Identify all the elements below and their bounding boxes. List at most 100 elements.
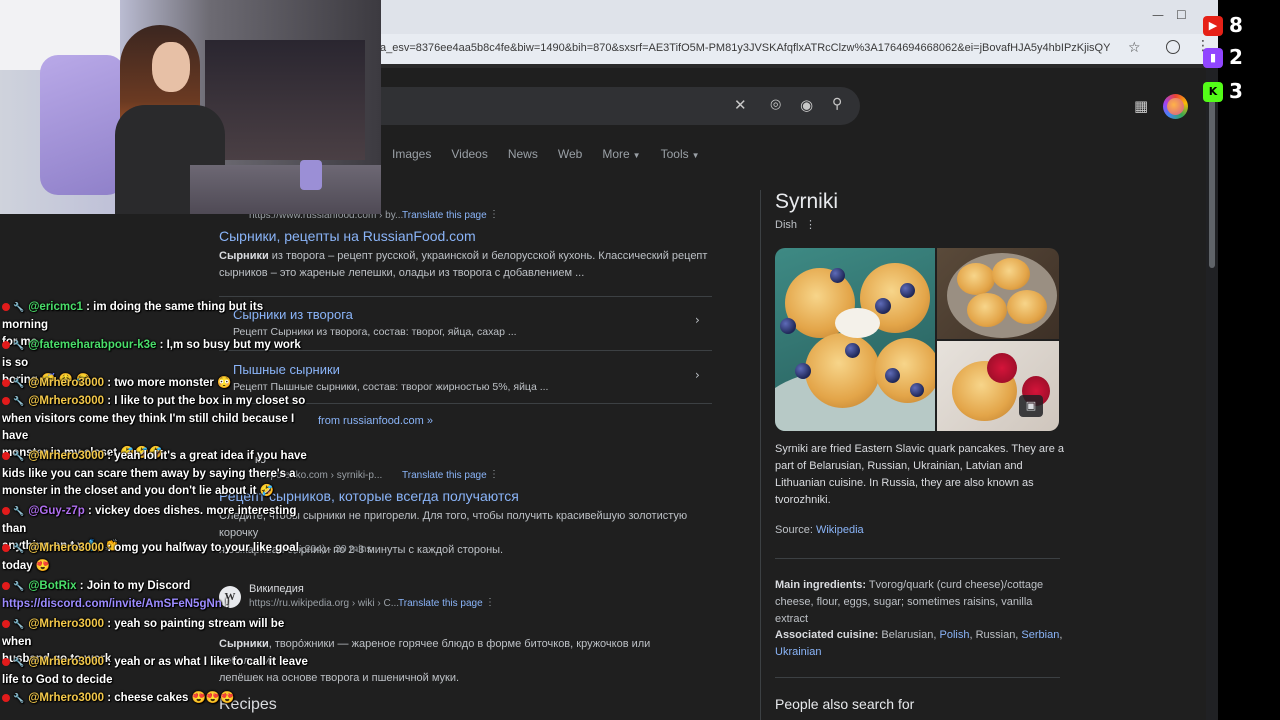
twitch-counter: ▮ 2 — [1203, 45, 1273, 69]
webcam-face — [152, 42, 190, 92]
image-gallery-icon[interactable]: ▣ — [1019, 395, 1043, 417]
result-1-menu-icon[interactable]: ⋮ — [489, 209, 499, 220]
youtube-icon: ▶ — [1203, 16, 1223, 36]
maximize-button[interactable]: ☐ — [1176, 8, 1187, 22]
cuisine-text: , Russian, — [969, 629, 1022, 641]
webcam-cup — [300, 160, 322, 190]
tab-tools[interactable]: Tools ▼ — [661, 147, 700, 161]
chat-username[interactable]: @Mrhero3000 — [28, 542, 104, 554]
kick-count: 3 — [1229, 79, 1243, 103]
microphone-icon[interactable]: ◎ — [770, 97, 781, 112]
search-input[interactable]: ✕ ◎ ◉ ⚲ — [330, 87, 860, 125]
wrench-icon: 🔧 — [13, 694, 25, 704]
chevron-down-icon: ▼ — [691, 151, 700, 160]
food-image-main[interactable] — [775, 248, 935, 431]
tab-videos[interactable]: Videos — [451, 147, 487, 161]
wrench-icon: 🔧 — [13, 341, 25, 351]
main-ingredients-label: Main ingredients: — [775, 579, 867, 591]
youtube-badge-icon — [2, 657, 10, 666]
chat-username[interactable]: @Mrhero3000 — [28, 656, 104, 668]
chat-username[interactable]: @Mrhero3000 — [28, 692, 104, 704]
chat-text: : I like to put the box in my closet so — [104, 395, 306, 407]
result-1-snippet-line-2: сырников – это жареные лепешки, оладьи и… — [219, 267, 585, 279]
search-icon[interactable]: ⚲ — [832, 96, 842, 112]
more-results-link[interactable]: from russianfood.com » — [318, 415, 433, 427]
tab-more[interactable]: More ▼ — [602, 147, 640, 161]
result-1-snippet-bold: Сырники — [219, 250, 269, 262]
chat-message: 🔧 @Mrhero3000 : omg you halfway to your l… — [2, 540, 312, 575]
youtube-badge-icon — [2, 340, 10, 349]
chat-text: : cheese cakes 😍😍😍 — [104, 692, 235, 704]
source-label: Source: — [775, 524, 816, 536]
minimize-button[interactable]: — — [1152, 8, 1164, 22]
result-3-menu-icon[interactable]: ⋮ — [485, 597, 495, 608]
wrench-icon: 🔧 — [13, 452, 25, 462]
result-1-snippet-line-1: из творога – рецепт русской, украинской … — [268, 250, 708, 262]
tab-news[interactable]: News — [508, 147, 538, 161]
wrench-icon: 🔧 — [13, 544, 25, 554]
chevron-right-icon[interactable]: › — [695, 313, 700, 327]
cuisine-link-ukrainian[interactable]: Ukrainian — [775, 646, 821, 658]
knowledge-panel-menu-icon[interactable]: ⋮ — [805, 218, 816, 231]
profile-icon[interactable] — [1166, 40, 1180, 54]
food-image-plate[interactable] — [937, 248, 1059, 339]
url-text[interactable]: a_esv=8376ee4aa5b8c4fe&biw=1490&bih=870&… — [380, 42, 1110, 54]
chat-text: : omg you halfway to your like goal — [104, 542, 299, 554]
divider — [775, 558, 1060, 559]
viewer-counters — [1218, 0, 1280, 720]
knowledge-panel-source: Source: Wikipedia — [775, 524, 864, 536]
cuisine-label: Associated cuisine: — [775, 629, 879, 641]
chat-text: : two more monster 😳 — [104, 377, 232, 389]
lens-icon[interactable]: ◉ — [800, 96, 813, 114]
chat-username[interactable]: @Mrhero3000 — [28, 450, 104, 462]
kick-icon: K — [1203, 82, 1223, 102]
result-2-translate-link[interactable]: Translate this page — [402, 470, 487, 481]
tab-web[interactable]: Web — [558, 147, 582, 161]
chat-username[interactable]: @Guy-z7p — [28, 505, 85, 517]
result-2-menu-icon[interactable]: ⋮ — [489, 469, 499, 480]
cuisine-link-polish[interactable]: Polish — [939, 629, 969, 641]
chat-username[interactable]: @fatemeharabpour-k3e — [28, 339, 156, 351]
wrench-icon: 🔧 — [13, 582, 25, 592]
scrollbar[interactable] — [1206, 68, 1218, 720]
chat-text: monster in the closet and you don't lie … — [2, 485, 274, 497]
people-also-search-heading: People also search for — [775, 696, 915, 712]
result-1-title[interactable]: Сырники, рецепты на RussianFood.com — [219, 228, 476, 244]
apps-grid-icon[interactable]: ▦ — [1134, 97, 1148, 115]
divider — [775, 677, 1060, 678]
kick-counter: K 3 — [1203, 79, 1273, 103]
wrench-icon: 🔧 — [13, 507, 25, 517]
cuisine-link-serbian[interactable]: Serbian — [1021, 629, 1059, 641]
main-ingredients: Main ingredients: Tvorog/quark (curd che… — [775, 577, 1065, 628]
chevron-right-icon[interactable]: › — [695, 368, 700, 382]
chat-text: kids like you can scare them away by say… — [2, 468, 296, 480]
youtube-badge-icon — [2, 396, 10, 405]
tab-images[interactable]: Images — [392, 147, 431, 161]
clear-icon[interactable]: ✕ — [734, 96, 747, 114]
chat-username[interactable]: @ericmc1 — [28, 301, 83, 313]
youtube-badge-icon — [2, 506, 10, 515]
source-link[interactable]: Wikipedia — [816, 524, 864, 536]
scroll-thumb[interactable] — [1209, 98, 1215, 268]
associated-cuisine: Associated cuisine: Belarusian, Polish, … — [775, 627, 1065, 661]
chat-username[interactable]: @BotRix — [28, 580, 76, 592]
food-image-jam[interactable] — [937, 341, 1059, 431]
result-1-translate-link[interactable]: Translate this page — [402, 210, 487, 221]
webcam-shelf — [205, 40, 365, 160]
result-1-snippet: Сырники из творога – рецепт русской, укр… — [219, 248, 719, 282]
chat-username[interactable]: @Mrhero3000 — [28, 395, 104, 407]
bookmark-star-icon[interactable]: ☆ — [1128, 40, 1141, 56]
wrench-icon: 🔧 — [13, 397, 25, 407]
youtube-badge-icon — [2, 378, 10, 387]
chevron-down-icon: ▼ — [632, 151, 641, 160]
screen: { "browser": { "url": "a_esv=8376ee4aa5b… — [0, 0, 1280, 720]
chat-link[interactable]: https://discord.com/invite/AmSFeN5gNn — [2, 598, 222, 610]
youtube-badge-icon — [2, 451, 10, 460]
chat-username[interactable]: @Mrhero3000 — [28, 377, 104, 389]
chat-message: 🔧 @Mrhero3000 : yeah or as what I like to… — [2, 654, 312, 689]
divider — [219, 296, 712, 297]
avatar[interactable] — [1163, 94, 1188, 119]
chat-username[interactable]: @Mrhero3000 — [28, 618, 104, 630]
webcam-overlay — [0, 0, 381, 214]
result-3-translate-link[interactable]: Translate this page — [398, 598, 483, 609]
